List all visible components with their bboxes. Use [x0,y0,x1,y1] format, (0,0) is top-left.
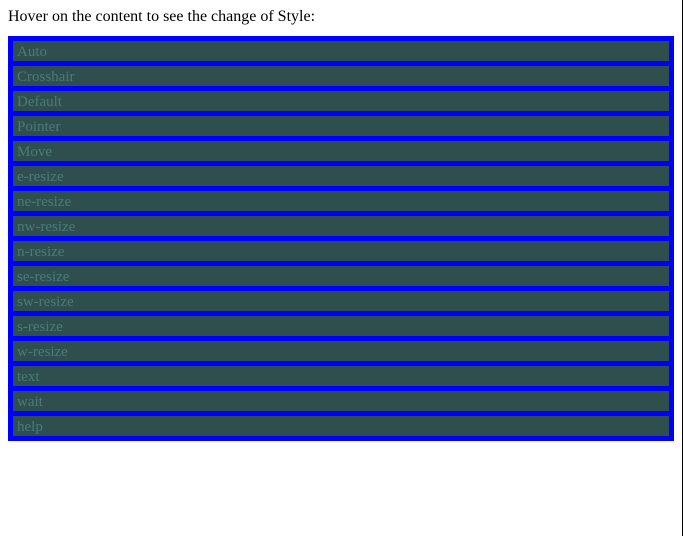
cursor-item-pointer[interactable]: Pointer [12,115,670,137]
cursor-item-help[interactable]: help [12,415,670,437]
cursor-item-ne-resize[interactable]: ne-resize [12,190,670,212]
cursor-item-text[interactable]: text [12,365,670,387]
page-heading: Hover on the content to see the change o… [8,8,674,26]
cursor-item-move[interactable]: Move [12,140,670,162]
cursor-item-default[interactable]: Default [12,90,670,112]
cursor-item-auto[interactable]: Auto [12,40,670,62]
cursor-item-e-resize[interactable]: e-resize [12,165,670,187]
cursor-list: Auto Crosshair Default Pointer Move e-re… [8,36,674,441]
cursor-item-se-resize[interactable]: se-resize [12,265,670,287]
cursor-item-w-resize[interactable]: w-resize [12,340,670,362]
cursor-item-n-resize[interactable]: n-resize [12,240,670,262]
cursor-item-sw-resize[interactable]: sw-resize [12,290,670,312]
cursor-item-nw-resize[interactable]: nw-resize [12,215,670,237]
cursor-item-s-resize[interactable]: s-resize [12,315,670,337]
cursor-item-crosshair[interactable]: Crosshair [12,65,670,87]
cursor-item-wait[interactable]: wait [12,390,670,412]
